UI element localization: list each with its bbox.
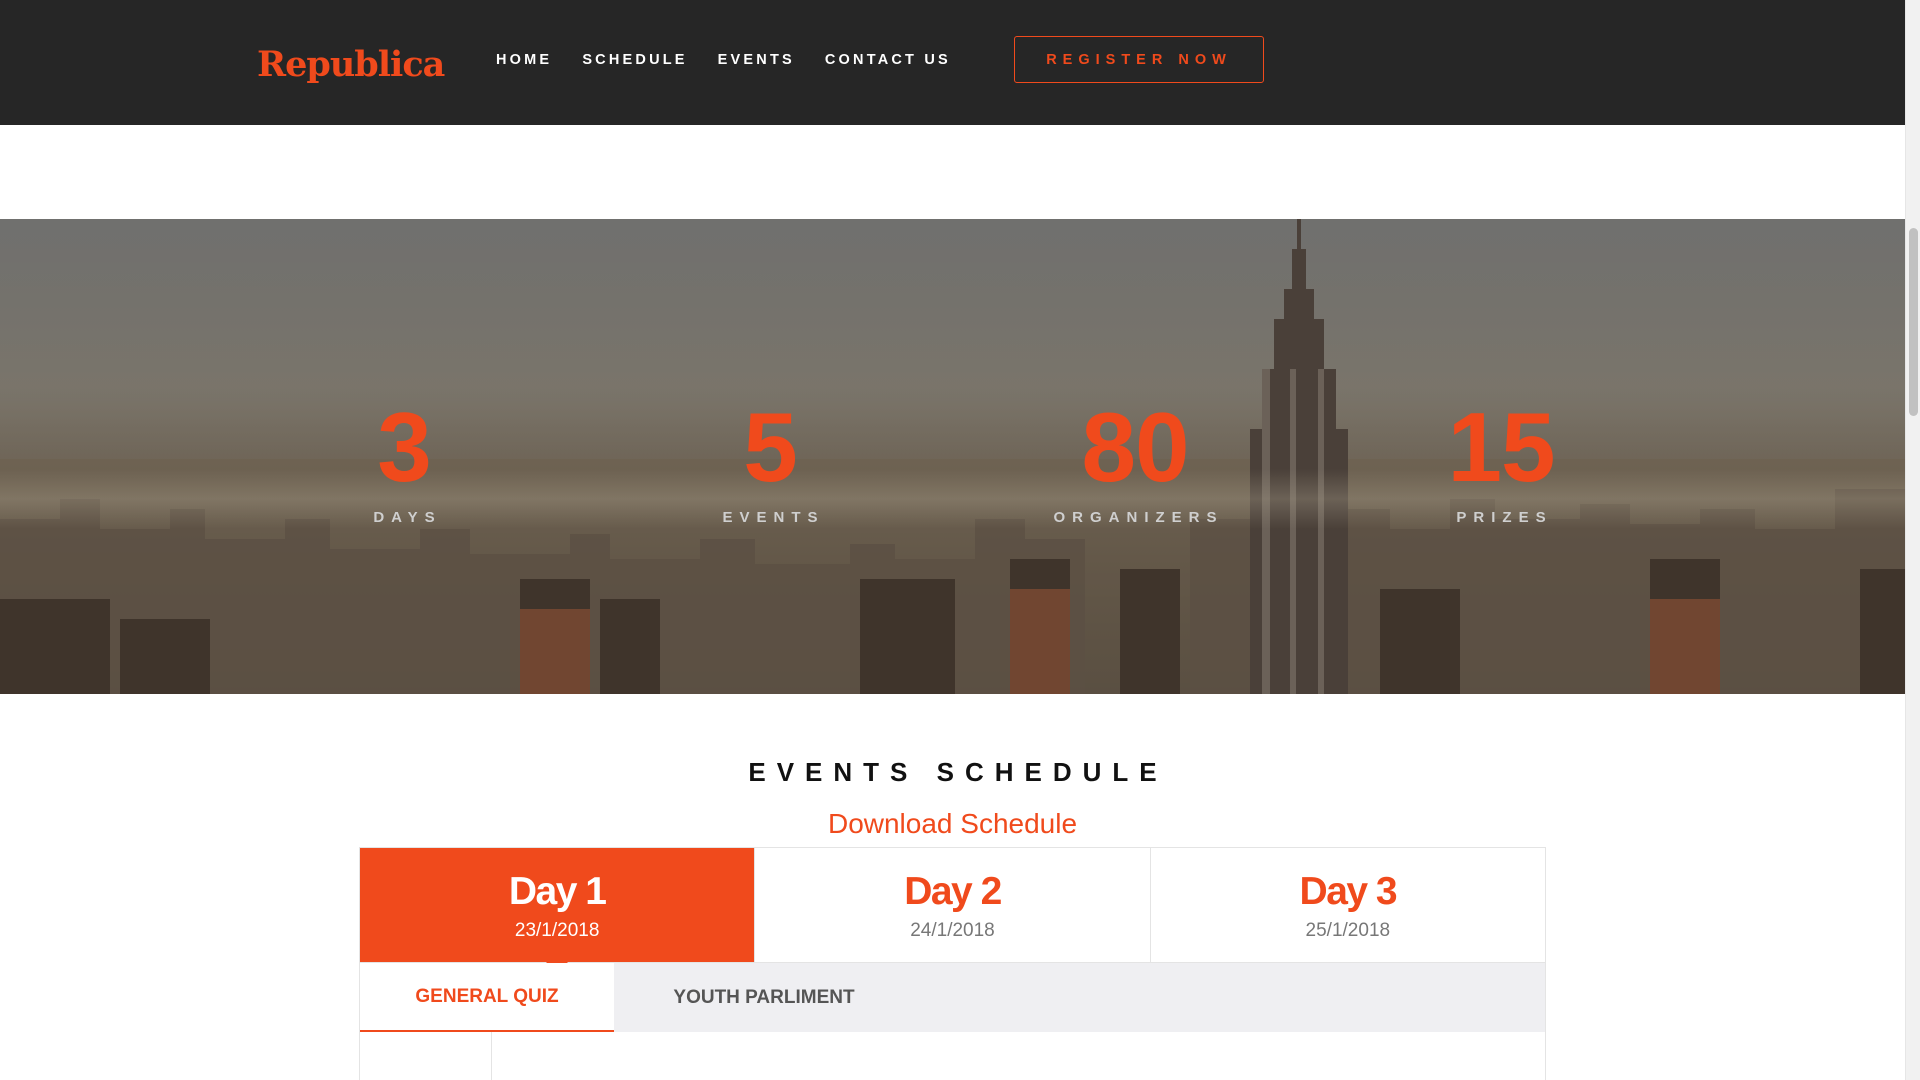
tab-general-quiz[interactable]: GENERAL QUIZ <box>360 963 614 1032</box>
stat-events-value: 5 <box>743 392 798 502</box>
stat-prizes-label: PRIZES <box>1456 509 1553 526</box>
stat-organizers-label: ORGANIZERS <box>1053 509 1224 526</box>
stat-days: 3 DAYS <box>254 397 554 526</box>
day-tab-title: Day 3 <box>1299 870 1398 913</box>
day-tabs: Day 1 23/1/2018 Day 2 24/1/2018 Day 3 25… <box>359 847 1546 973</box>
day-tab-2[interactable]: Day 2 24/1/2018 <box>755 848 1151 962</box>
events-schedule-heading: EVENTS SCHEDULE <box>748 757 1168 787</box>
scrollbar-thumb[interactable] <box>1909 228 1918 416</box>
register-now-button[interactable]: REGISTER NOW <box>1014 36 1264 83</box>
nav-item-schedule[interactable]: SCHEDULE <box>582 52 687 68</box>
day-tab-date: 23/1/2018 <box>514 920 600 941</box>
nav-item-contact-us[interactable]: CONTACT US <box>825 52 951 68</box>
event-type-tabs: GENERAL QUIZ YOUTH PARLIMENT <box>359 963 1546 1032</box>
stat-organizers-value: 80 <box>1081 392 1189 502</box>
stat-events: 5 EVENTS <box>620 397 920 526</box>
page-scrollbar[interactable] <box>1905 0 1920 1080</box>
top-navbar: Republica HOME SCHEDULE EVENTS CONTACT U… <box>0 0 1905 125</box>
day-tab-date: 24/1/2018 <box>910 920 995 941</box>
schedule-time-column-divider <box>491 1032 492 1080</box>
nav-item-home[interactable]: HOME <box>496 52 552 68</box>
stat-prizes: 15 PRIZES <box>1351 397 1651 526</box>
day-tab-date: 25/1/2018 <box>1305 920 1391 941</box>
main-nav: HOME SCHEDULE EVENTS CONTACT US <box>496 52 981 68</box>
nav-item-events[interactable]: EVENTS <box>718 52 795 68</box>
day-tab-1[interactable]: Day 1 23/1/2018 <box>360 848 756 973</box>
download-schedule-link[interactable]: Download Schedule <box>0 808 1905 840</box>
stats-hero-section: 3 DAYS 5 EVENTS 80 ORGANIZERS 15 PRIZES <box>0 219 1905 694</box>
tab-youth-parliment[interactable]: YOUTH PARLIMENT <box>614 963 914 1032</box>
stat-events-label: EVENTS <box>722 509 825 526</box>
schedule-content-panel <box>359 1032 1546 1080</box>
stat-days-value: 3 <box>377 392 432 502</box>
site-logo[interactable]: Republica <box>257 44 445 85</box>
stat-organizers: 80 ORGANIZERS <box>985 397 1285 526</box>
day-tab-title: Day 2 <box>904 870 1002 913</box>
day-tab-3[interactable]: Day 3 25/1/2018 <box>1150 848 1545 962</box>
day-tab-title: Day 1 <box>508 870 607 913</box>
stat-prizes-value: 15 <box>1447 392 1555 502</box>
stat-days-label: DAYS <box>373 509 442 526</box>
